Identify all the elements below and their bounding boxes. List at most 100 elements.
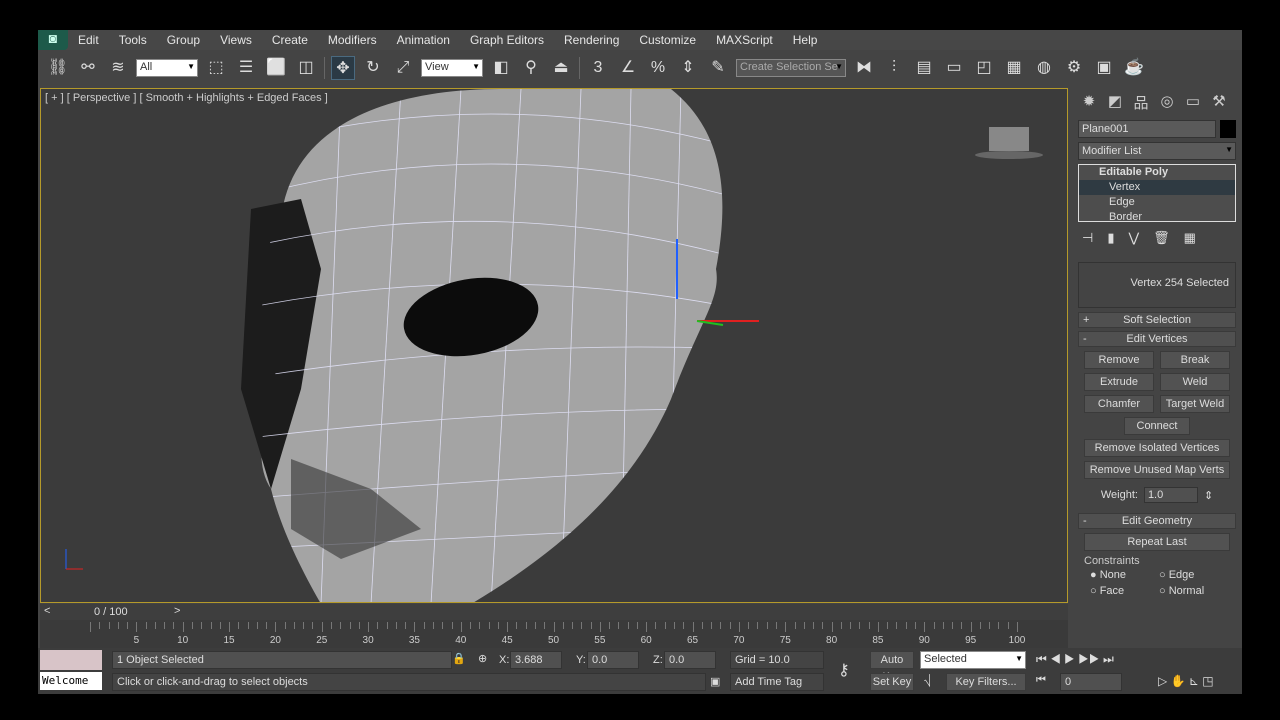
menu-animation[interactable]: Animation (387, 33, 460, 47)
time-slider-prev[interactable]: < (44, 605, 50, 617)
constraint-normal-radio[interactable]: ○ Normal (1159, 585, 1224, 597)
track-bar[interactable]: 5 10 15 20 25 30 35 40 45 50 55 60 65 70 75 80 85 90 95 100 (40, 620, 1068, 648)
menu-help[interactable]: Help (783, 33, 828, 47)
time-slider[interactable]: < 0 / 100 > (40, 604, 1068, 620)
viewport-label[interactable]: [ + ] [ Perspective ] [ Smooth + Highlig… (45, 92, 328, 104)
remove-unused-map-verts-button[interactable]: Remove Unused Map Verts (1084, 461, 1230, 479)
menu-views[interactable]: Views (210, 33, 262, 47)
key-mode-toggle-icon[interactable]: ⏮ (1036, 674, 1046, 687)
weight-field[interactable]: 1.0 (1143, 487, 1198, 503)
menu-rendering[interactable]: Rendering (554, 33, 629, 47)
remove-isolated-vertices-button[interactable]: Remove Isolated Vertices (1084, 439, 1230, 457)
menu-modifiers[interactable]: Modifiers (318, 33, 387, 47)
constraint-edge-radio[interactable]: ○ Edge (1159, 569, 1224, 581)
ref-coord-dropdown[interactable]: View (421, 59, 483, 77)
selection-lock-icon[interactable]: 🔒 (452, 652, 466, 665)
ribbon-icon[interactable]: ▭ (942, 56, 966, 80)
key-mode-dropdown[interactable]: Selected (920, 651, 1026, 669)
stack-item-vertex[interactable]: Vertex (1079, 180, 1235, 195)
y-coord-field[interactable]: 0.0 (587, 651, 639, 669)
perspective-viewport[interactable]: [ + ] [ Perspective ] [ Smooth + Highlig… (40, 88, 1068, 603)
display-tab-icon[interactable]: ▭ (1182, 92, 1204, 112)
configure-sets-icon[interactable]: ▦ (1184, 230, 1196, 246)
constraint-none-radio[interactable]: ● None (1090, 569, 1155, 581)
utilities-tab-icon[interactable]: ⚒ (1208, 92, 1230, 112)
menu-maxscript[interactable]: MAXScript (706, 33, 783, 47)
make-unique-icon[interactable]: ⋁ (1128, 230, 1139, 246)
percent-snap-icon[interactable]: % (646, 56, 670, 80)
extrude-button[interactable]: Extrude (1084, 373, 1154, 391)
time-slider-next[interactable]: > (174, 605, 180, 617)
mirror-icon[interactable]: ⧓ (852, 56, 876, 80)
select-by-name-icon[interactable]: ☰ (234, 56, 258, 80)
edit-geometry-rollout[interactable]: - Edit Geometry (1078, 513, 1236, 529)
keyboard-shortcut-icon[interactable]: ⏏ (549, 56, 573, 80)
rect-selection-icon[interactable]: ⬜ (264, 56, 288, 80)
remove-button[interactable]: Remove (1084, 351, 1154, 369)
select-manipulate-icon[interactable]: ⚲ (519, 56, 543, 80)
create-tab-icon[interactable]: ✹ (1078, 92, 1100, 112)
z-coord-field[interactable]: 0.0 (664, 651, 716, 669)
schematic-view-icon[interactable]: ▦ (1002, 56, 1026, 80)
rendered-frame-icon[interactable]: ▣ (1092, 56, 1116, 80)
repeat-last-button[interactable]: Repeat Last (1084, 533, 1230, 551)
motion-tab-icon[interactable]: ◎ (1156, 92, 1178, 112)
menu-create[interactable]: Create (262, 33, 318, 47)
material-editor-icon[interactable]: ◍ (1032, 56, 1056, 80)
constraint-face-radio[interactable]: ○ Face (1090, 585, 1155, 597)
snaps-toggle-icon[interactable]: 3 (586, 56, 610, 80)
target-weld-button[interactable]: Target Weld (1160, 395, 1230, 413)
render-setup-icon[interactable]: ⚙ (1062, 56, 1086, 80)
viewcube[interactable] (989, 127, 1029, 151)
stack-item-editable-poly[interactable]: Editable Poly (1079, 165, 1235, 180)
edit-named-selection-icon[interactable]: ✎ (706, 56, 730, 80)
render-icon[interactable]: ☕ (1122, 56, 1146, 80)
spinner-snap-icon[interactable]: ⇕ (676, 56, 700, 80)
angle-snap-icon[interactable]: ∠ (616, 56, 640, 80)
app-logo-icon[interactable]: ◙ (38, 30, 68, 50)
weld-button[interactable]: Weld (1160, 373, 1230, 391)
curve-editor-icon[interactable]: ◰ (972, 56, 996, 80)
object-color-swatch[interactable] (1220, 120, 1236, 138)
pin-stack-icon[interactable]: ⊣ (1082, 230, 1093, 246)
chamfer-button[interactable]: Chamfer (1084, 395, 1154, 413)
named-selection-dropdown[interactable]: Create Selection Se (736, 59, 846, 77)
stack-item-border[interactable]: Border (1079, 210, 1235, 225)
default-tangents-icon[interactable]: ⎷ (924, 675, 931, 688)
link-icon[interactable]: ⛓ (46, 56, 70, 80)
set-key-icon[interactable]: ⚷ (838, 660, 850, 680)
show-end-result-icon[interactable]: ▮ (1107, 230, 1114, 246)
modifier-list-dropdown[interactable]: Modifier List (1078, 142, 1236, 160)
object-name-field[interactable]: Plane001 (1078, 120, 1216, 138)
menu-graph-editors[interactable]: Graph Editors (460, 33, 554, 47)
pivot-center-icon[interactable]: ◧ (489, 56, 513, 80)
selection-filter-dropdown[interactable]: All (136, 59, 198, 77)
select-scale-icon[interactable]: ⤢ (391, 56, 415, 80)
break-button[interactable]: Break (1160, 351, 1230, 369)
menu-group[interactable]: Group (157, 33, 210, 47)
align-icon[interactable]: ⫶ (882, 56, 906, 80)
menu-edit[interactable]: Edit (68, 33, 109, 47)
add-time-tag[interactable]: Add Time Tag (730, 673, 824, 691)
select-move-icon[interactable]: ✥ (331, 56, 355, 80)
connect-button[interactable]: Connect (1124, 417, 1190, 435)
hierarchy-tab-icon[interactable]: 品 (1130, 92, 1152, 112)
current-frame-field[interactable]: 0 (1060, 673, 1122, 691)
time-tag-icon[interactable]: ▣ (710, 675, 720, 688)
stack-item-edge[interactable]: Edge (1079, 195, 1235, 210)
playback-controls[interactable]: ⏮ ◀ ▶ ▶▶ ⏭ (1036, 652, 1114, 667)
modify-tab-icon[interactable]: ◩ (1104, 92, 1126, 112)
set-key-button[interactable]: Set Key (870, 673, 914, 691)
maxscript-listener-mini[interactable] (40, 650, 102, 670)
menu-tools[interactable]: Tools (109, 33, 157, 47)
unlink-icon[interactable]: ⚯ (76, 56, 100, 80)
layer-manager-icon[interactable]: ▤ (912, 56, 936, 80)
welcome-field[interactable]: Welcome (40, 672, 102, 690)
remove-modifier-icon[interactable]: 🗑 (1153, 230, 1170, 246)
select-object-icon[interactable]: ⬚ (204, 56, 228, 80)
edit-vertices-rollout[interactable]: - Edit Vertices (1078, 331, 1236, 347)
weight-spinner[interactable]: ⇕ (1204, 489, 1213, 502)
soft-selection-rollout[interactable]: + Soft Selection (1078, 312, 1236, 328)
auto-key-button[interactable]: Auto Key (870, 651, 914, 683)
select-rotate-icon[interactable]: ↻ (361, 56, 385, 80)
